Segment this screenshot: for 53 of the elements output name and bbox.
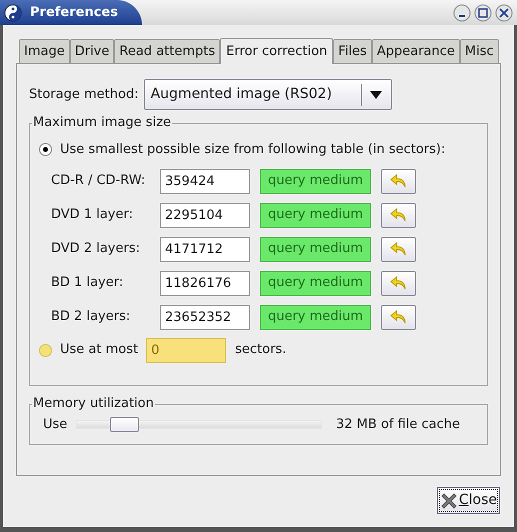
group-title: Maximum image size bbox=[32, 114, 172, 132]
tab[interactable]: Misc bbox=[460, 39, 499, 63]
reset-button[interactable] bbox=[381, 202, 416, 228]
tab[interactable]: Files bbox=[333, 39, 372, 63]
query-medium-button[interactable]: query medium bbox=[260, 270, 371, 296]
field-label: sectors. bbox=[235, 341, 286, 360]
slider-reading: 32 MB of file cache bbox=[336, 416, 460, 434]
minimize-button[interactable] bbox=[453, 4, 471, 22]
reset-button[interactable] bbox=[381, 236, 416, 262]
query-medium-button[interactable]: query medium bbox=[260, 168, 371, 194]
window-title: Preferences bbox=[30, 4, 118, 22]
query-medium-button[interactable]: query medium bbox=[260, 202, 371, 228]
undo-arrow-icon bbox=[390, 174, 407, 188]
field-label: Storage method: bbox=[29, 86, 139, 104]
radio-button[interactable] bbox=[39, 143, 52, 156]
tab[interactable]: Error correction bbox=[220, 38, 334, 64]
undo-arrow-icon bbox=[390, 310, 407, 324]
field-label: BD 2 layers: bbox=[51, 308, 132, 326]
input-field[interactable]: 23652352 bbox=[160, 304, 250, 330]
dropdown-arrow-icon bbox=[370, 90, 382, 98]
app-icon bbox=[4, 4, 22, 22]
input-field[interactable]: 4171712 bbox=[160, 236, 250, 262]
close-button[interactable]: Close bbox=[436, 487, 500, 514]
close-window-button[interactable] bbox=[495, 4, 513, 22]
query-medium-button[interactable]: query medium bbox=[260, 304, 371, 330]
undo-arrow-icon bbox=[390, 208, 407, 222]
tab[interactable]: Drive bbox=[70, 39, 114, 63]
radio-label: Use at most bbox=[60, 341, 138, 360]
slider-thumb[interactable] bbox=[110, 417, 139, 432]
reset-button[interactable] bbox=[381, 168, 416, 194]
field-label: DVD 2 layers: bbox=[51, 240, 141, 258]
close-icon bbox=[440, 492, 458, 510]
maximize-button[interactable] bbox=[474, 4, 492, 22]
reset-button[interactable] bbox=[381, 270, 416, 296]
input-field[interactable]: 0 bbox=[146, 338, 226, 362]
tab[interactable]: Read attempts bbox=[114, 39, 220, 63]
radio-label: Use smallest possible size from following table (in sectors): bbox=[60, 141, 446, 159]
field-label: BD 1 layer: bbox=[51, 274, 124, 292]
slider-label: Use bbox=[43, 416, 68, 434]
query-medium-button[interactable]: query medium bbox=[260, 236, 371, 262]
radio-button[interactable] bbox=[39, 344, 52, 356]
undo-arrow-icon bbox=[390, 276, 407, 290]
storage-method-dropdown[interactable]: Augmented image (RS02) bbox=[144, 79, 392, 110]
undo-arrow-icon bbox=[390, 242, 407, 256]
group-title: Memory utilization bbox=[32, 395, 155, 413]
input-field[interactable]: 11826176 bbox=[160, 270, 250, 296]
field-label: CD-R / CD-RW: bbox=[51, 172, 146, 190]
input-field[interactable]: 2295104 bbox=[160, 202, 250, 228]
field-label: DVD 1 layer: bbox=[51, 206, 134, 224]
input-field[interactable]: 359424 bbox=[160, 168, 250, 194]
tab[interactable]: Image bbox=[19, 39, 70, 63]
reset-button[interactable] bbox=[381, 304, 416, 330]
tab[interactable]: Appearance bbox=[372, 39, 460, 63]
